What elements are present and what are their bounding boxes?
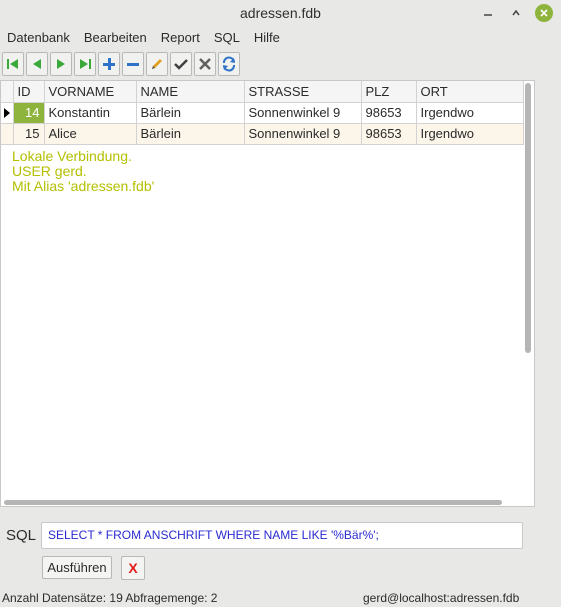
grid-table: ID VORNAME NAME STRASSE PLZ ORT 14 Konst… — [1, 81, 524, 145]
cell-strasse[interactable]: Sonnenwinkel 9 — [244, 102, 362, 124]
first-record-button[interactable] — [2, 52, 24, 76]
cell-vorname[interactable]: Alice — [44, 123, 137, 145]
status-connection: gerd@localhost:adressen.fdb — [363, 591, 520, 605]
edit-record-button[interactable] — [146, 52, 168, 76]
cell-plz[interactable]: 98653 — [361, 102, 417, 124]
row-indicator-header — [1, 81, 14, 103]
cell-ort[interactable]: Irgendwo — [416, 123, 524, 145]
table-row[interactable]: 15 Alice Bärlein Sonnenwinkel 9 98653 Ir… — [1, 123, 524, 145]
sql-label: SQL — [6, 527, 37, 544]
cell-vorname[interactable]: Konstantin — [44, 102, 137, 124]
refresh-data-button[interactable] — [218, 52, 240, 76]
refresh-icon — [223, 56, 235, 72]
sql-query-input[interactable]: SELECT * FROM ANSCHRIFT WHERE NAME LIKE … — [41, 522, 523, 549]
plus-icon — [103, 58, 115, 70]
user-line: USER gerd. — [12, 163, 87, 179]
menu-hilfe[interactable]: Hilfe — [247, 30, 287, 45]
vertical-scrollbar[interactable] — [525, 83, 531, 353]
connection-message: Lokale Verbindung. USER gerd. Mit Alias … — [12, 149, 154, 194]
column-header-name[interactable]: NAME — [136, 81, 245, 103]
connection-line: Lokale Verbindung. — [12, 148, 132, 164]
cell-strasse[interactable]: Sonnenwinkel 9 — [244, 123, 362, 145]
column-header-strasse[interactable]: STRASSE — [244, 81, 362, 103]
column-header-plz[interactable]: PLZ — [361, 81, 417, 103]
menu-report[interactable]: Report — [154, 30, 207, 45]
cell-ort[interactable]: Irgendwo — [416, 102, 524, 124]
maximize-icon[interactable] — [507, 4, 525, 22]
delete-record-button[interactable] — [122, 52, 144, 76]
close-icon[interactable] — [535, 4, 553, 22]
cell-name[interactable]: Bärlein — [136, 102, 245, 124]
column-header-ort[interactable]: ORT — [416, 81, 524, 103]
data-grid[interactable]: ID VORNAME NAME STRASSE PLZ ORT 14 Konst… — [0, 80, 535, 507]
window-title: adressen.fdb — [240, 5, 321, 21]
column-header-id[interactable]: ID — [13, 81, 45, 103]
grid-header-row: ID VORNAME NAME STRASSE PLZ ORT — [1, 81, 524, 103]
prior-record-icon — [33, 59, 41, 69]
status-record-count: Anzahl Datensätze: 19 Abfragemenge: 2 — [2, 591, 218, 605]
minus-icon — [127, 63, 139, 66]
menu-sql[interactable]: SQL — [207, 30, 247, 45]
cell-id[interactable]: 15 — [13, 123, 45, 145]
first-record-icon — [7, 59, 18, 69]
horizontal-scrollbar[interactable] — [4, 500, 502, 505]
prior-record-button[interactable] — [26, 52, 48, 76]
db-navigator-toolbar — [0, 50, 561, 78]
title-bar: adressen.fdb — [0, 0, 561, 26]
last-record-icon — [80, 59, 91, 69]
table-row[interactable]: 14 Konstantin Bärlein Sonnenwinkel 9 986… — [1, 102, 524, 124]
current-row-arrow-icon — [4, 107, 10, 118]
menu-bar: Datenbank Bearbeiten Report SQL Hilfe — [0, 27, 561, 47]
menu-datenbank[interactable]: Datenbank — [0, 30, 77, 45]
menu-bearbeiten[interactable]: Bearbeiten — [77, 30, 154, 45]
pencil-icon — [152, 59, 162, 69]
insert-record-button[interactable] — [98, 52, 120, 76]
row-indicator — [1, 123, 14, 145]
alias-line: Mit Alias 'adressen.fdb' — [12, 178, 155, 194]
post-record-button[interactable] — [170, 52, 192, 76]
next-record-icon — [57, 59, 65, 69]
next-record-button[interactable] — [50, 52, 72, 76]
cell-id[interactable]: 14 — [13, 102, 45, 124]
cell-name[interactable]: Bärlein — [136, 123, 245, 145]
cell-plz[interactable]: 98653 — [361, 123, 417, 145]
check-icon — [174, 59, 188, 70]
clear-sql-button[interactable]: X — [121, 556, 145, 580]
cancel-icon — [199, 58, 211, 70]
execute-button[interactable]: Ausführen — [42, 556, 112, 579]
last-record-button[interactable] — [74, 52, 96, 76]
minimize-icon[interactable] — [479, 4, 497, 22]
row-indicator — [1, 102, 14, 124]
column-header-vorname[interactable]: VORNAME — [44, 81, 137, 103]
cancel-edit-button[interactable] — [194, 52, 216, 76]
